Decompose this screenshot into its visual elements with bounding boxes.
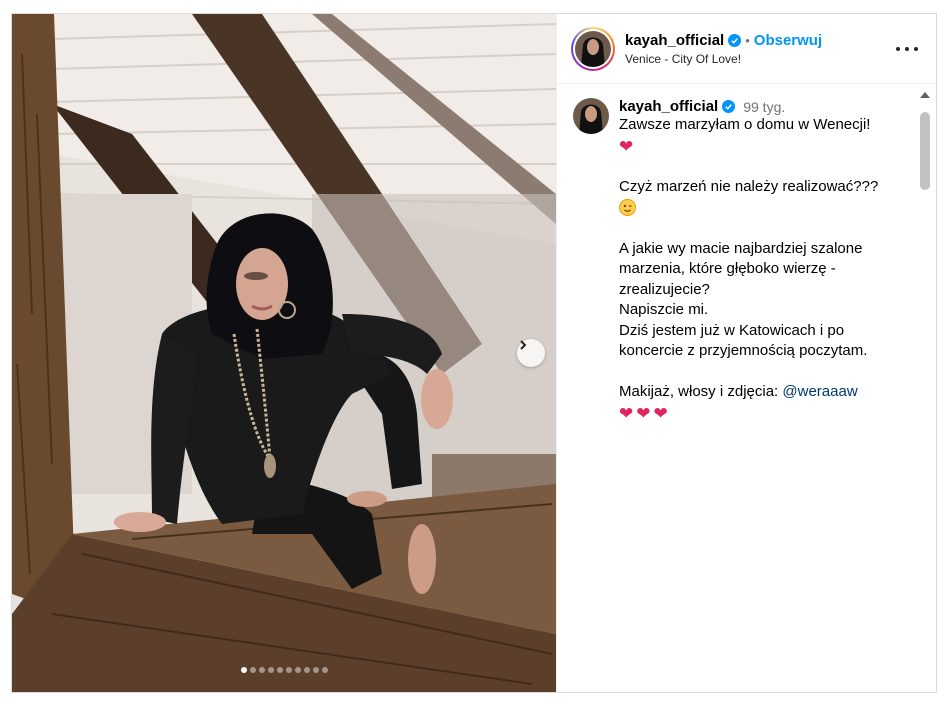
hearts-emoji: ❤❤❤ <box>619 403 671 423</box>
post-dialog: kayah_official • Obserwuj Venice - City … <box>11 13 937 693</box>
carousel-dot <box>249 667 256 673</box>
photo-illustration <box>12 14 556 692</box>
separator-dot: • <box>745 32 750 48</box>
carousel-indicator <box>12 667 556 673</box>
carousel-dot <box>276 667 283 673</box>
caption-text-line: Napiszcie mi. <box>619 301 709 318</box>
carousel-dot <box>321 667 328 673</box>
avatar-image <box>575 30 611 67</box>
caption-text-line: Zawsze marzyłam o domu w Wenecji! <box>619 116 871 133</box>
credits-text: Makijaż, włosy i zdjęcia: <box>619 383 783 400</box>
next-photo-button[interactable] <box>517 339 545 367</box>
username-link[interactable]: kayah_official <box>625 32 724 49</box>
caption-avatar[interactable] <box>573 98 609 134</box>
carousel-dot <box>258 667 265 673</box>
post-side-panel: kayah_official • Obserwuj Venice - City … <box>556 14 936 692</box>
caption-text-line: Czyż marzeń nie należy realizować??? <box>619 178 879 195</box>
comments-section: kayah_official 99 tyg. Zawsze marzyłam o… <box>557 84 936 436</box>
caption-username[interactable]: kayah_official <box>619 98 718 115</box>
verified-badge-icon <box>728 33 742 47</box>
scroll-up-arrow-icon[interactable] <box>920 92 930 98</box>
carousel-dot <box>285 667 292 673</box>
caption-comment: kayah_official 99 tyg. Zawsze marzyłam o… <box>557 84 936 424</box>
follow-button[interactable]: Obserwuj <box>754 32 822 49</box>
scrollbar-thumb[interactable] <box>920 112 930 190</box>
post-header: kayah_official • Obserwuj Venice - City … <box>557 14 936 84</box>
caption-text-line: A jakie wy macie najbardziej szalone <box>619 239 863 257</box>
comments-scrollbar[interactable] <box>917 92 933 436</box>
carousel-dot <box>267 667 274 673</box>
location-link[interactable]: Venice - City Of Love! <box>625 52 822 66</box>
mention-link[interactable]: @weraaaw <box>782 383 857 400</box>
caption-text-line: Dziś jestem już w Katowicach i po <box>619 321 845 339</box>
caption-text-line: marzenia, które głęboko wierzę - <box>619 260 836 277</box>
caption-timestamp[interactable]: 99 tyg. <box>743 99 785 115</box>
carousel-dot <box>240 667 247 673</box>
heart-emoji: ❤ <box>619 136 637 156</box>
caption-text-line: zrealizujecie? <box>619 280 710 298</box>
carousel-dot <box>303 667 310 673</box>
carousel-dot <box>294 667 301 673</box>
caption-credits: Makijaż, włosy i zdjęcia: @weraaaw <box>619 382 899 403</box>
chevron-right-icon <box>520 340 527 350</box>
caption-text-line: koncercie z przyjemnością poczytam. <box>619 342 868 359</box>
wink-emoji <box>619 198 899 219</box>
carousel-dot <box>312 667 319 673</box>
post-photo[interactable] <box>12 14 556 692</box>
verified-badge-icon <box>722 100 736 113</box>
more-options-icon[interactable] <box>896 40 918 58</box>
avatar[interactable] <box>571 26 615 71</box>
